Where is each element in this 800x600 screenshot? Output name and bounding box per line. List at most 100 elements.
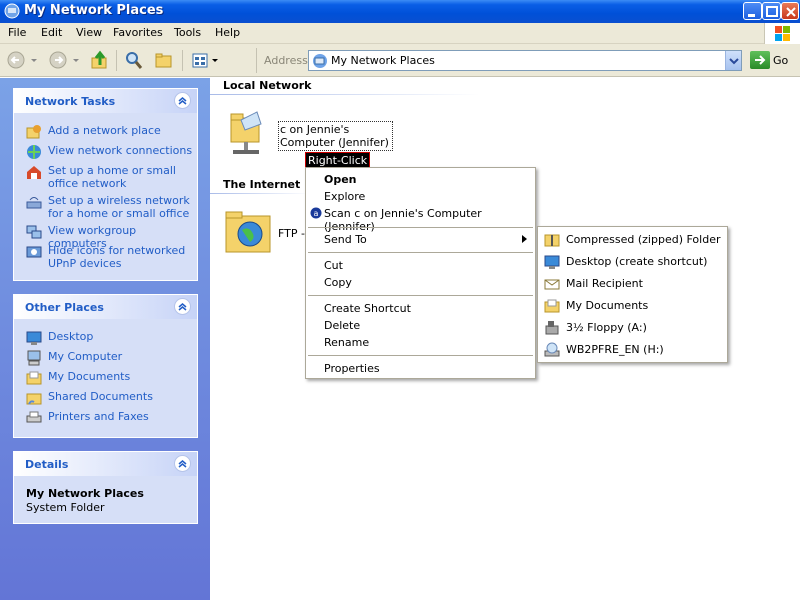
send-to-my-documents[interactable]: My Documents (566, 299, 648, 312)
menu-tools[interactable]: Tools (174, 26, 201, 39)
close-button[interactable] (781, 2, 799, 20)
send-to-floppy[interactable]: 3½ Floppy (A:) (566, 321, 647, 334)
my-documents-icon (26, 371, 42, 385)
menu-item-scan[interactable]: Scan c on Jennie's Computer (Jennifer) (324, 207, 535, 233)
details-panel: Details My Network Places System Folder (13, 451, 198, 524)
desktop-icon (544, 255, 560, 269)
send-to-cd-drive[interactable]: WB2PFRE_EN (H:) (566, 343, 664, 356)
go-arrow-icon[interactable] (750, 51, 770, 69)
network-share-folder-icon[interactable] (227, 110, 267, 158)
address-bar[interactable]: My Network Places (308, 50, 742, 71)
floppy-icon (545, 321, 559, 335)
workgroup-icon (26, 225, 42, 239)
up-folder-icon[interactable] (90, 50, 110, 71)
other-places-title: Other Places (25, 301, 104, 314)
antivirus-scan-icon: a (310, 207, 322, 219)
view-network-connections-link[interactable]: View network connections (14, 144, 197, 164)
group-divider (210, 94, 480, 95)
address-value: My Network Places (331, 54, 435, 67)
title-bar: My Network Places (0, 0, 800, 23)
menu-bar: File Edit View Favorites Tools Help (0, 23, 800, 44)
back-arrow-icon[interactable] (6, 50, 26, 71)
menu-item-create-shortcut[interactable]: Create Shortcut (324, 302, 411, 315)
forward-arrow-icon[interactable] (48, 50, 68, 71)
the-internet-header: The Internet (223, 178, 301, 191)
details-header[interactable]: Details (14, 452, 197, 476)
network-places-icon (4, 3, 20, 19)
menu-item-send-to[interactable]: Send To (324, 233, 367, 246)
menu-favorites[interactable]: Favorites (113, 26, 163, 39)
menu-item-open[interactable]: Open (324, 173, 357, 186)
views-dropdown-icon[interactable] (211, 50, 219, 71)
menu-separator (308, 252, 533, 253)
zip-folder-icon (544, 234, 560, 247)
menu-edit[interactable]: Edit (41, 26, 62, 39)
collapse-chevron-icon[interactable] (174, 298, 191, 315)
network-tasks-header[interactable]: Network Tasks (14, 89, 197, 113)
submenu-arrow-icon (522, 235, 527, 243)
address-label: Address (264, 54, 308, 67)
network-tasks-panel: Network Tasks Add a network place View n… (13, 88, 198, 281)
windows-logo-icon (764, 23, 800, 44)
send-to-submenu: Compressed (zipped) Folder Desktop (crea… (537, 226, 728, 363)
setup-wireless-network-link[interactable]: Set up a wireless network for a home or … (14, 194, 197, 224)
maximize-button[interactable] (762, 2, 781, 20)
minimize-button[interactable] (743, 2, 762, 20)
context-menu: Open Explore a Scan c on Jennie's Comput… (305, 167, 536, 379)
hide-upnp-icons-link[interactable]: Hide icons for networked UPnP devices (14, 244, 197, 274)
back-dropdown-icon[interactable] (30, 50, 38, 71)
folders-icon[interactable] (154, 50, 174, 71)
send-to-desktop[interactable]: Desktop (create shortcut) (566, 255, 707, 268)
details-type: System Folder (26, 501, 105, 514)
other-places-panel: Other Places Desktop My Computer My Docu… (13, 294, 198, 438)
setup-home-network-link[interactable]: Set up a home or small office network (14, 164, 197, 194)
send-to-zip[interactable]: Compressed (zipped) Folder (566, 233, 720, 246)
desktop-link[interactable]: Desktop (14, 330, 197, 350)
my-computer-link[interactable]: My Computer (14, 350, 197, 370)
menu-item-properties[interactable]: Properties (324, 362, 380, 375)
local-network-header: Local Network (223, 79, 312, 92)
menu-item-explore[interactable]: Explore (324, 190, 365, 203)
printers-and-faxes-link[interactable]: Printers and Faxes (14, 410, 197, 430)
shared-documents-icon (26, 393, 42, 405)
menu-item-delete[interactable]: Delete (324, 319, 360, 332)
menu-separator (308, 227, 533, 228)
details-title: Details (25, 458, 69, 471)
view-workgroup-link[interactable]: View workgroup computers (14, 224, 197, 250)
wireless-network-icon (26, 197, 42, 209)
my-documents-link[interactable]: My Documents (14, 370, 197, 390)
shared-documents-link[interactable]: Shared Documents (14, 390, 197, 410)
ftp-folder-globe-icon[interactable] (224, 208, 274, 256)
collapse-chevron-icon[interactable] (174, 455, 191, 472)
address-dropdown-button[interactable] (725, 51, 741, 70)
task-pane: Network Tasks Add a network place View n… (0, 78, 210, 600)
menu-help[interactable]: Help (215, 26, 240, 39)
cd-drive-icon (544, 342, 560, 357)
menu-file[interactable]: File (8, 26, 26, 39)
my-computer-icon (27, 350, 41, 366)
details-name: My Network Places (26, 487, 144, 500)
network-tasks-title: Network Tasks (25, 95, 116, 108)
menu-item-cut[interactable]: Cut (324, 259, 343, 272)
my-documents-icon (544, 299, 560, 313)
window-title: My Network Places (24, 3, 164, 18)
views-icon[interactable] (190, 50, 210, 71)
menu-separator (308, 355, 533, 356)
group-divider (210, 193, 310, 194)
network-share-label[interactable]: c on Jennie's Computer (Jennifer) (278, 121, 393, 151)
svg-text:a: a (314, 209, 319, 218)
go-button[interactable]: Go (773, 54, 788, 67)
menu-item-copy[interactable]: Copy (324, 276, 352, 289)
other-places-header[interactable]: Other Places (14, 295, 197, 319)
send-to-mail[interactable]: Mail Recipient (566, 277, 643, 290)
desktop-icon (26, 331, 42, 345)
menu-item-rename[interactable]: Rename (324, 336, 369, 349)
add-network-place-link[interactable]: Add a network place (14, 124, 197, 144)
home-network-icon (27, 166, 41, 179)
upnp-icon (26, 246, 42, 258)
search-icon[interactable] (124, 50, 144, 71)
menu-view[interactable]: View (76, 26, 102, 39)
collapse-chevron-icon[interactable] (174, 92, 191, 109)
forward-dropdown-icon[interactable] (72, 50, 80, 71)
menu-separator (308, 295, 533, 296)
